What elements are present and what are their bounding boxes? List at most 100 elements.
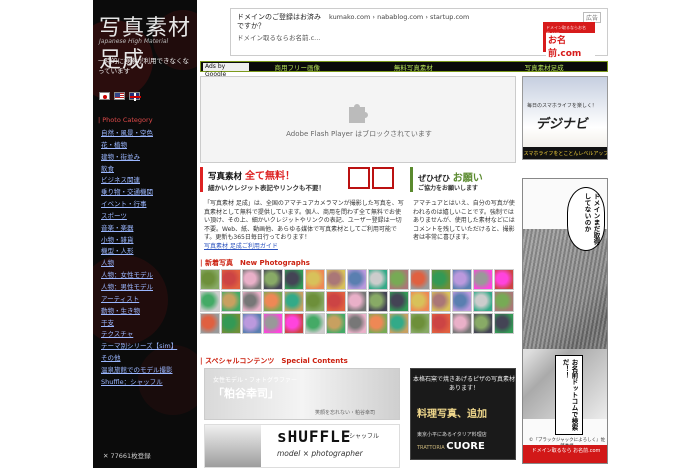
photo-thumbnail[interactable]	[284, 313, 304, 334]
pizza-banner[interactable]: 本格石窯で焼きあげるピザの写真素材あります！ 料理写真、追加 東京小平にあるイタ…	[410, 368, 516, 460]
model-banner[interactable]: 女性モデル・フォトグラファー 「粕谷幸司」 笑顔を忘れない・粕谷幸司	[204, 368, 400, 420]
ads-by-google-label[interactable]: Ads by Google	[203, 62, 249, 78]
nav-bar: Ads by Google 商用フリー画像 無料写真素材 写真素材足成	[200, 61, 608, 78]
photo-thumbnail[interactable]	[431, 291, 451, 312]
photo-thumbnail[interactable]	[242, 291, 262, 312]
category-item[interactable]: 動物・生き物	[101, 305, 193, 317]
photo-thumbnail[interactable]	[263, 313, 283, 334]
category-item[interactable]: 人物	[101, 257, 193, 269]
nav-link-free-images[interactable]: 商用フリー画像	[249, 62, 346, 72]
category-item[interactable]: 干支	[101, 317, 193, 329]
photo-thumbnail[interactable]	[242, 313, 262, 334]
photo-thumbnail[interactable]	[221, 313, 241, 334]
photo-thumbnail[interactable]	[200, 269, 220, 290]
us-flag-icon[interactable]	[114, 92, 125, 100]
photo-thumbnail[interactable]	[452, 313, 472, 334]
photo-thumbnail[interactable]	[494, 313, 514, 334]
free-heading-sub: 細かいクレジット表記やリンクも不要！	[208, 184, 325, 192]
ad-title[interactable]: ドメインのご登録はお済みですか？	[237, 13, 321, 31]
search-notice: 一時的に検索が利用できなくなっています	[98, 57, 189, 75]
flash-placeholder[interactable]: Adobe Flash Player はブロックされています	[200, 76, 516, 163]
photo-thumbnail[interactable]	[305, 313, 325, 334]
category-item[interactable]: その他	[101, 352, 193, 364]
photo-thumbnail[interactable]	[389, 313, 409, 334]
category-item[interactable]: 花・植物	[101, 139, 193, 151]
category-item[interactable]: 人物：男性モデル	[101, 281, 193, 293]
photo-thumbnail[interactable]	[494, 269, 514, 290]
uk-flag-icon[interactable]	[129, 92, 141, 101]
model-banner-name: 「粕谷幸司」	[213, 387, 279, 400]
photo-thumbnail[interactable]	[347, 269, 367, 290]
category-item[interactable]: 音楽・楽器	[101, 222, 193, 234]
photo-thumbnail[interactable]	[410, 313, 430, 334]
category-item[interactable]: 乗り物・交通機関	[101, 186, 193, 198]
photo-thumbnail[interactable]	[242, 269, 262, 290]
nav-link-ashinari[interactable]: 写真素材足成	[481, 62, 607, 72]
photo-thumbnail[interactable]	[452, 269, 472, 290]
photo-thumbnail[interactable]	[263, 291, 283, 312]
logo-subtext: Japanese High Material	[99, 38, 169, 45]
photo-thumbnail[interactable]	[431, 269, 451, 290]
ad-subtitle[interactable]: ドメイン取るならお名前.c...	[237, 32, 320, 42]
photo-thumbnail[interactable]	[221, 269, 241, 290]
photo-thumbnail[interactable]	[284, 291, 304, 312]
free-heading-emphasis: 全て無料！	[244, 171, 295, 182]
red-accent-bar	[200, 167, 203, 192]
photo-thumbnail[interactable]	[200, 313, 220, 334]
category-item[interactable]: ビジネス関連	[101, 174, 193, 186]
nav-link-free-photos[interactable]: 無料写真素材	[346, 62, 482, 72]
category-item[interactable]: スポーツ	[101, 210, 193, 222]
photo-thumbnail[interactable]	[284, 269, 304, 290]
top-ad-banner[interactable]: ドメインのご登録はお済みですか？ ドメイン取るならお名前.c... kumako…	[230, 8, 608, 59]
category-item[interactable]: 飲食	[101, 163, 193, 175]
pizza-banner-text: 本格石窯で焼きあげるピザの写真素材あります！	[412, 376, 515, 392]
photo-thumbnail[interactable]	[368, 313, 388, 334]
photo-thumbnail[interactable]	[326, 269, 346, 290]
category-item[interactable]: 温泉旅館でのモデル撮影	[101, 364, 193, 376]
photo-thumbnail[interactable]	[326, 313, 346, 334]
ad-links[interactable]: kumako.com › nabablog.com › startup.com	[329, 13, 469, 21]
photo-thumbnail[interactable]	[431, 313, 451, 334]
language-flags	[99, 92, 141, 101]
category-item[interactable]: イベント・行事	[101, 198, 193, 210]
dejinavi-ad[interactable]: 毎日のスマホライフを楽しく！ デジナビ スマホライフをとことんレベルアップ	[522, 76, 608, 160]
category-list: 自然・風景・空色 花・植物 建物・街並み 飲食 ビジネス関連 乗り物・交通機関 …	[101, 127, 193, 388]
category-item[interactable]: 人物：女性モデル	[101, 269, 193, 281]
category-item[interactable]: 小物・雑貨	[101, 234, 193, 246]
category-item[interactable]: テクスチャ	[101, 328, 193, 340]
speech-bubble-bottom: お名前ドットコムで検索だ！！	[555, 355, 583, 435]
photo-thumbnail[interactable]	[389, 269, 409, 290]
usage-guide-link[interactable]: 写真素材 足成ご利用ガイド	[204, 243, 278, 250]
category-item[interactable]: 機型・人形	[101, 245, 193, 257]
photo-thumbnail[interactable]	[494, 291, 514, 312]
manga-domain-ad[interactable]: ドメインまだ取得してないのか お名前ドットコムで検索だ！！ ©『ブラックジャック…	[522, 178, 608, 464]
photo-thumbnail[interactable]	[389, 291, 409, 312]
photo-thumbnail[interactable]	[200, 291, 220, 312]
photo-thumbnail[interactable]	[326, 291, 346, 312]
photo-thumbnail[interactable]	[368, 269, 388, 290]
photo-thumbnail[interactable]	[473, 269, 493, 290]
photo-thumbnail[interactable]	[410, 269, 430, 290]
site-logo[interactable]: 写真素材 足成 Japanese High Material	[97, 10, 193, 73]
onamae-ad-image[interactable]: ドメイン取るならお名前.com お名前.com	[543, 22, 595, 59]
photo-thumbnail[interactable]	[221, 291, 241, 312]
category-item[interactable]: アーティスト	[101, 293, 193, 305]
category-item[interactable]: 自然・風景・空色	[101, 127, 193, 139]
photo-thumbnail[interactable]	[452, 291, 472, 312]
category-item[interactable]: テーマ別シリーズ【sim】	[101, 340, 193, 352]
photo-thumbnail[interactable]	[368, 291, 388, 312]
category-item[interactable]: Shuffle：シャッフル	[101, 376, 193, 388]
photo-thumbnail[interactable]	[473, 291, 493, 312]
photo-thumbnail[interactable]	[305, 269, 325, 290]
photo-thumbnail[interactable]	[263, 269, 283, 290]
photo-thumbnail[interactable]	[305, 291, 325, 312]
photo-thumbnail[interactable]	[347, 313, 367, 334]
category-item[interactable]: 建物・街並み	[101, 151, 193, 163]
shuffle-banner[interactable]: sHUFFLE :: シャッフル model × photographer	[204, 424, 400, 468]
free-heading-title: 写真素材 全て無料！	[208, 171, 295, 182]
photo-thumbnail[interactable]	[410, 291, 430, 312]
restaurant-name: CUORE	[446, 441, 485, 452]
photo-thumbnail[interactable]	[347, 291, 367, 312]
photo-thumbnail[interactable]	[473, 313, 493, 334]
japan-flag-icon[interactable]	[99, 92, 110, 100]
